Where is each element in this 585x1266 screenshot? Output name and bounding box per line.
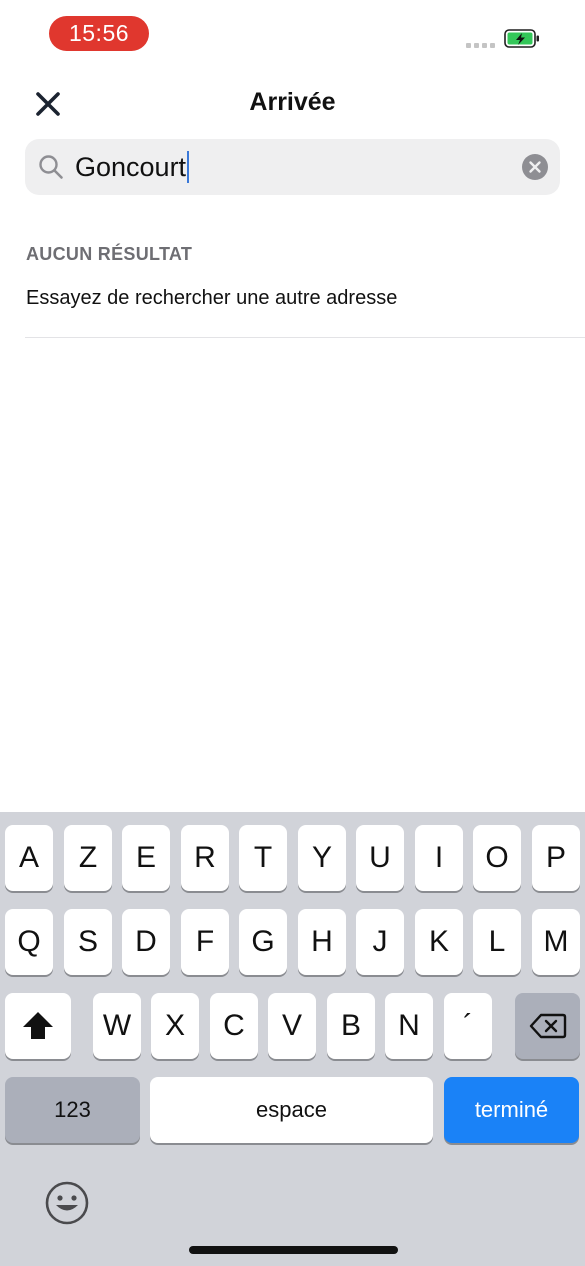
cellular-dots-icon (466, 43, 495, 48)
key-label: Q (17, 925, 41, 958)
key-label: L (488, 925, 506, 958)
key-t[interactable]: T (239, 825, 287, 891)
status-time-label: 15:56 (68, 20, 130, 46)
status-time[interactable]: 15:56 (49, 16, 149, 51)
clear-circle-icon[interactable] (522, 154, 548, 180)
emoji-icon[interactable] (44, 1180, 90, 1226)
key-s[interactable]: S (64, 909, 112, 975)
key-label: W (102, 1009, 132, 1042)
key-u[interactable]: U (356, 825, 404, 891)
key-a[interactable]: A (5, 825, 53, 891)
key-label: E (135, 841, 156, 874)
key-k[interactable]: K (415, 909, 463, 975)
key-label: S (77, 925, 98, 958)
space-key[interactable]: espace (150, 1077, 433, 1143)
results-section-title: AUCUN RÉSULTAT (26, 244, 193, 264)
key-p[interactable]: P (532, 825, 580, 891)
battery-charging-icon (504, 29, 539, 48)
backspace-icon (529, 1013, 566, 1039)
key-o[interactable]: O (473, 825, 521, 891)
key-label: O (485, 841, 509, 874)
key-label: ´ (463, 1009, 473, 1042)
key-label: terminé (474, 1097, 549, 1122)
key-label: B (340, 1009, 361, 1042)
key-label: N (398, 1009, 420, 1042)
search-input-value: Goncourt (75, 152, 187, 182)
key-r[interactable]: R (181, 825, 229, 891)
divider (25, 337, 585, 338)
key-label: Z (78, 841, 98, 874)
backspace-key[interactable] (515, 993, 580, 1059)
home-indicator[interactable] (189, 1246, 398, 1254)
shift-icon (23, 1012, 53, 1039)
search-bar[interactable]: Goncourt (25, 139, 560, 195)
screen: 15:56 Arrivée Goncourt AUCUN RÉSULTAT Es… (0, 0, 585, 1266)
search-input[interactable]: Goncourt (75, 149, 190, 185)
key-i[interactable]: I (415, 825, 463, 891)
key-label: R (194, 841, 216, 874)
key-label: espace (256, 1097, 327, 1122)
key-b[interactable]: B (327, 993, 375, 1059)
key-label: P (545, 841, 566, 874)
key-label: D (135, 925, 157, 958)
key-m[interactable]: M (532, 909, 580, 975)
key-f[interactable]: F (181, 909, 229, 975)
key-e[interactable]: E (122, 825, 170, 891)
key-label: U (369, 841, 391, 874)
key-n[interactable]: N (385, 993, 433, 1059)
key-z[interactable]: Z (64, 825, 112, 891)
key-label: Y (311, 841, 332, 874)
numbers-key[interactable]: 123 (5, 1077, 140, 1143)
key-label: J (372, 925, 388, 958)
key-label: A (18, 841, 39, 874)
key-y[interactable]: Y (298, 825, 346, 891)
key-d[interactable]: D (122, 909, 170, 975)
key-j[interactable]: J (356, 909, 404, 975)
key-label: G (251, 925, 275, 958)
key-label: M (543, 925, 569, 958)
key-x[interactable]: X (151, 993, 199, 1059)
key-v[interactable]: V (268, 993, 316, 1059)
key-l[interactable]: L (473, 909, 521, 975)
key-acute-accent[interactable]: ´ (444, 993, 492, 1059)
key-label: H (311, 925, 333, 958)
key-label: F (195, 925, 215, 958)
page-title: Arrivée (249, 88, 336, 116)
search-icon (39, 155, 63, 179)
done-key[interactable]: terminé (444, 1077, 579, 1143)
key-g[interactable]: G (239, 909, 287, 975)
key-h[interactable]: H (298, 909, 346, 975)
shift-key[interactable] (5, 993, 71, 1059)
key-label: C (223, 1009, 245, 1042)
empty-results-message: Essayez de rechercher une autre adresse (26, 287, 398, 309)
key-label: K (428, 925, 449, 958)
key-label: I (434, 841, 444, 874)
key-label: 123 (54, 1097, 91, 1122)
key-q[interactable]: Q (5, 909, 53, 975)
key-label: T (253, 841, 273, 874)
key-label: X (164, 1009, 185, 1042)
key-w[interactable]: W (93, 993, 141, 1059)
key-label: V (281, 1009, 302, 1042)
key-c[interactable]: C (210, 993, 258, 1059)
text-caret (187, 151, 190, 183)
